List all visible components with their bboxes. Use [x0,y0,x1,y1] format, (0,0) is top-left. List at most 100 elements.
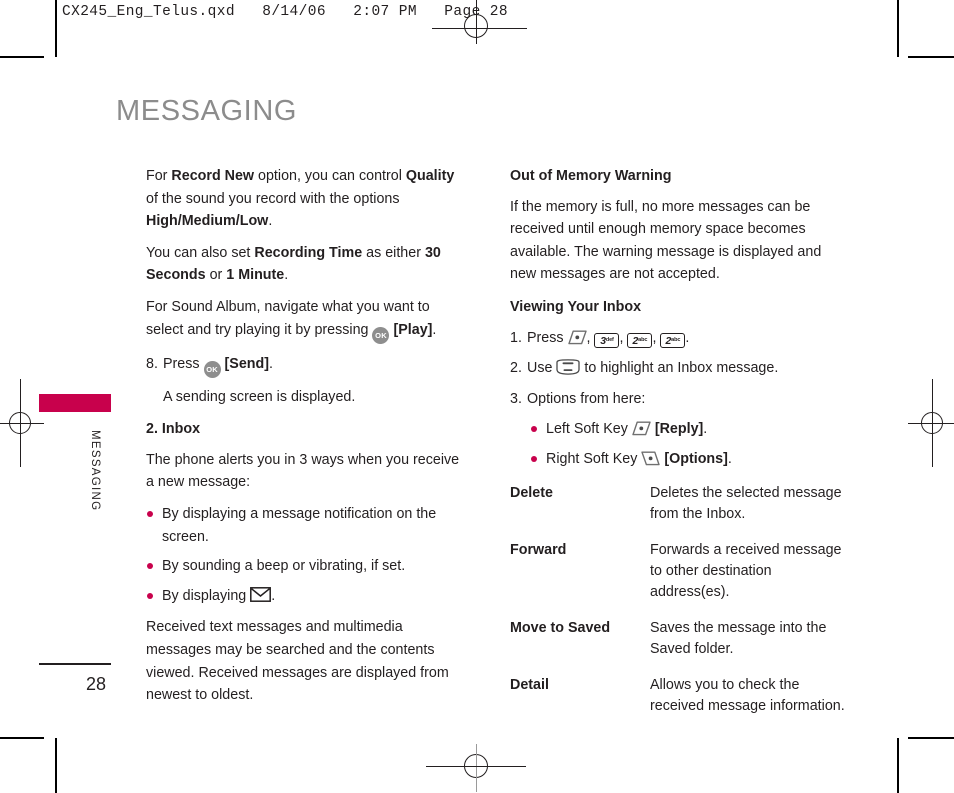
bold-high-medium-low: High/Medium/Low [146,213,269,230]
file-slug: CX245_Eng_Telus.qxd 8/14/06 2:07 PM Page… [62,4,508,20]
option-term: Detail [510,676,549,693]
list-item: By sounding a beep or vibrating, if set. [146,555,466,578]
option-term: Forward [510,541,567,558]
option-description: Forwards a received message to other des… [650,541,842,600]
list-item: By displaying . [146,585,466,608]
crop-mark-right-top [897,0,899,57]
out-of-memory-body: If the memory is full, no more messages … [510,198,822,283]
out-of-memory-heading: Out of Memory Warning [510,168,672,184]
text-frag: . [268,213,273,230]
text-frag: or [205,267,227,284]
table-row: Forward Forwards a received message to o… [510,540,845,618]
crop-mark-top-left [0,56,44,58]
text-frag: You can also set [146,244,255,261]
step-number: 3. [510,390,522,407]
option-description: Saves the message into the Saved folder. [650,619,827,657]
text-frag: to highlight an Inbox message. [580,360,779,377]
step-3: 3. Options from here: [510,388,845,411]
list-item: By displaying a message notification on … [146,503,466,548]
step-number: 1. [510,329,522,346]
table-row: Move to Saved Saves the message into the… [510,618,845,675]
text-frag: . [685,329,690,346]
text-frag: Press [527,329,568,346]
bold-quality: Quality [405,168,455,184]
key-letters: abc [671,336,681,343]
text-frag: Left Soft Key [546,421,632,438]
text-frag: , [586,329,595,346]
text-frag: , [619,329,628,346]
bold-play: [Play] [393,321,433,338]
text-frag: Right Soft Key [546,450,642,467]
step-8-subtext: A sending screen is displayed. [163,388,356,405]
step-text: Use to highlight an Inbox message. [527,357,845,380]
number-key-2-first: 2abc [627,332,653,348]
bold-send: [Send] [224,355,269,372]
right-column: Out of Memory Warning If the memory is f… [510,165,845,732]
table-row: Detail Allows you to check the received … [510,675,845,732]
crop-mark-left-bottom [55,738,57,793]
list-item: Left Soft Key [Reply]. [530,418,845,441]
folio-rule [39,663,111,665]
key-letters: abc [638,336,648,343]
registration-mark-right [908,379,954,467]
step-text: Press , 3def, 2abc, 2abc. [527,327,845,350]
bold-reply: [Reply] [654,421,704,438]
paragraph-alerts: The phone alerts you in 3 ways when you … [146,451,460,491]
number-key-3: 3def [594,332,620,348]
chapter-thumb-tab [39,394,111,412]
text-frag: . [269,355,273,372]
list-item: Right Soft Key [Options]. [530,448,845,471]
bold-recording-time: Recording Time [254,244,363,261]
text-frag: . [271,587,276,604]
manual-page: CX245_Eng_Telus.qxd 8/14/06 2:07 PM Page… [0,0,954,793]
step-text: Options from here: [527,390,646,407]
registration-mark-left [0,379,44,467]
alert-bullet-list: By displaying a message notification on … [146,503,466,607]
option-term: Move to Saved [510,619,611,636]
step-number: 2. [510,360,522,377]
text-frag: . [432,321,437,338]
text-frag: of the sound you record with the options [146,190,400,207]
softkey-bullet-list: Left Soft Key [Reply]. Right Soft Key [O… [530,418,845,470]
viewing-inbox-heading: Viewing Your Inbox [510,298,642,315]
paragraph-record-new: For Record New option, you can control Q… [146,165,466,233]
registration-mark-top [464,0,488,44]
inbox-heading: 2. Inbox [146,421,201,438]
step-8: 8. Press OK [Send]. [146,353,466,378]
left-soft-key-icon [632,421,651,436]
bold-record-new: Record New [171,168,255,184]
crop-mark-bottom-left [0,737,44,739]
text-frag: , [652,329,661,346]
chapter-side-label: MESSAGING [89,430,101,512]
text-frag: as either [362,244,425,261]
registration-mark-bottom [426,744,526,792]
step-text: Press OK [Send]. [163,353,466,378]
text-frag: Use [527,360,557,377]
left-column: For Record New option, you can control Q… [146,165,466,716]
text-frag: option, you can control [254,168,406,184]
text-frag: By displaying [162,587,251,604]
crop-mark-bottom-right [908,737,954,739]
option-description: Allows you to check the received message… [650,676,845,714]
options-table: Delete Deletes the selected message from… [510,483,845,732]
slug-rule [432,28,527,29]
crop-mark-left-top [55,0,57,57]
ok-key-icon: OK [203,360,221,378]
crop-mark-right-bottom [897,738,899,793]
ok-key-icon: OK [372,326,390,344]
left-soft-key-icon [567,330,587,345]
step-2: 2. Use to highlight an Inbox message. [510,357,845,380]
paragraph-sound-album: For Sound Album, navigate what you want … [146,296,466,344]
step-number: 8. [146,355,158,372]
page-title: MESSAGING [116,95,298,127]
crop-mark-top-right [908,56,954,58]
nav-key-icon [556,359,581,375]
table-row: Delete Deletes the selected message from… [510,483,845,540]
text-frag: For [146,168,172,184]
bold-options: [Options] [664,450,728,467]
text-frag: Press [163,355,204,372]
text-frag: . [703,421,708,438]
option-description: Deletes the selected message from the In… [650,484,842,522]
number-key-2-second: 2abc [660,332,686,348]
text-frag: . [727,450,732,467]
